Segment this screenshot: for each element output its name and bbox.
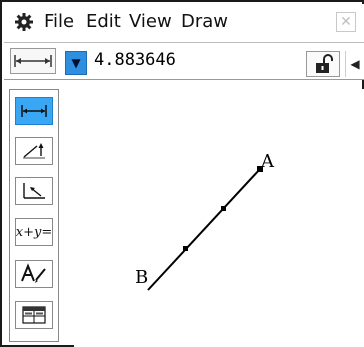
segment-midpoint-lower[interactable] xyxy=(183,246,188,251)
tool-angle[interactable] xyxy=(15,177,53,205)
measurement-value-field[interactable]: 4.883646 xyxy=(92,48,306,75)
unlock-icon xyxy=(316,54,333,73)
geometry-canvas[interactable]: A B xyxy=(74,89,364,347)
equation-icon: x+y= xyxy=(15,224,53,240)
toolbar: ▼ 4.883646 ◀ xyxy=(4,43,364,80)
tool-equation[interactable]: x+y= xyxy=(15,218,53,246)
menu-file[interactable]: File xyxy=(44,10,74,34)
menu-bar: File Edit View Draw ✕ xyxy=(4,4,364,43)
menu-edit[interactable]: Edit xyxy=(86,10,121,34)
length-icon xyxy=(21,105,47,117)
menu-view[interactable]: View xyxy=(129,10,172,34)
tool-table[interactable] xyxy=(15,301,53,329)
tool-text-label[interactable] xyxy=(15,260,53,288)
segment-midpoint-upper[interactable] xyxy=(221,206,226,211)
gear-icon[interactable] xyxy=(14,12,34,32)
scroll-left-icon[interactable]: ◀ xyxy=(345,51,364,77)
table-icon xyxy=(22,306,46,324)
point-a-label: A xyxy=(261,151,274,172)
tool-direction[interactable] xyxy=(15,137,53,165)
tool-palette: x+y= xyxy=(9,89,59,342)
close-icon[interactable]: ✕ xyxy=(336,12,356,32)
menu-draw[interactable]: Draw xyxy=(181,10,228,34)
tool-length[interactable] xyxy=(15,97,53,125)
angle-icon xyxy=(23,183,45,199)
text-label-icon xyxy=(21,263,46,283)
line-segment-ab[interactable] xyxy=(147,168,261,291)
dropdown-arrow-icon[interactable]: ▼ xyxy=(65,51,87,75)
drawing-area xyxy=(147,166,263,291)
point-b-label: B xyxy=(135,267,149,288)
measure-type-button[interactable] xyxy=(10,48,56,74)
app-window: File Edit View Draw ✕ ▼ 4.883646 ◀ x+y= … xyxy=(0,0,364,347)
length-measure-icon xyxy=(14,55,52,67)
direction-icon xyxy=(23,143,45,159)
lock-button[interactable] xyxy=(306,51,340,77)
